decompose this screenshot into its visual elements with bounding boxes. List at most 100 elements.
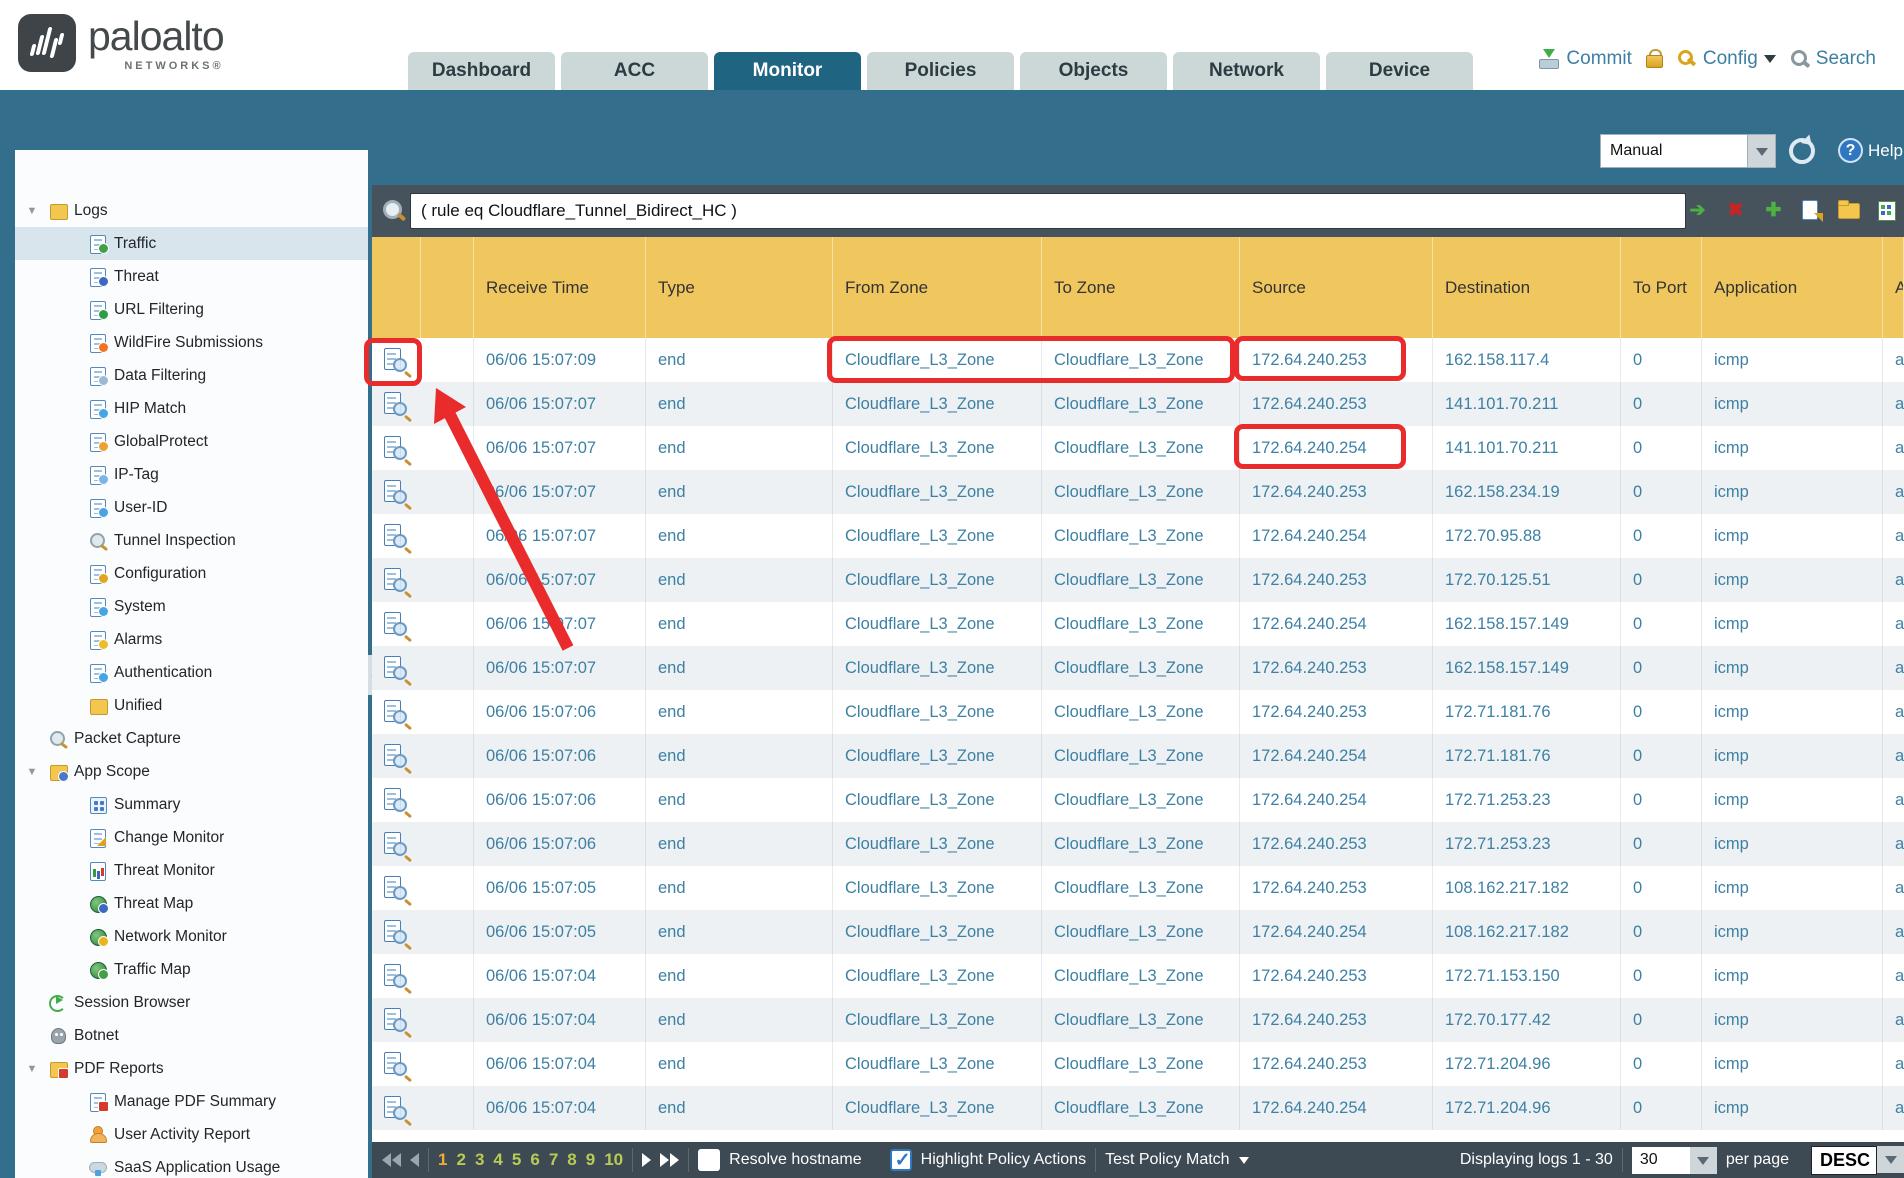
application-cell[interactable]: icmp [1702, 1042, 1883, 1086]
page-number[interactable]: 8 [567, 1150, 576, 1170]
receive-time-cell[interactable]: 06/06 15:07:05 [474, 910, 646, 954]
to-port-cell[interactable]: 0 [1621, 338, 1702, 382]
application-cell[interactable]: icmp [1702, 954, 1883, 998]
source-cell[interactable]: 172.64.240.254 [1240, 426, 1433, 470]
type-cell[interactable]: end [646, 338, 833, 382]
help-button[interactable]: ? Help [1838, 138, 1903, 163]
type-cell[interactable]: end [646, 690, 833, 734]
from-zone-cell[interactable]: Cloudflare_L3_Zone [833, 690, 1042, 734]
lock-icon[interactable] [1646, 49, 1663, 69]
receive-time-cell[interactable]: 06/06 15:07:09 [474, 338, 646, 382]
refresh-mode-dropdown-button[interactable] [1748, 134, 1776, 168]
to-zone-cell[interactable]: Cloudflare_L3_Zone [1042, 1086, 1240, 1130]
to-zone-cell[interactable]: Cloudflare_L3_Zone [1042, 954, 1240, 998]
from-zone-cell[interactable]: Cloudflare_L3_Zone [833, 998, 1042, 1042]
from-zone-cell[interactable]: Cloudflare_L3_Zone [833, 778, 1042, 822]
action-cell[interactable]: a [1883, 470, 1904, 514]
to-zone-cell[interactable]: Cloudflare_L3_Zone [1042, 602, 1240, 646]
type-cell[interactable]: end [646, 514, 833, 558]
from-zone-cell[interactable]: Cloudflare_L3_Zone [833, 338, 1042, 382]
sidebar-item[interactable]: Manage PDF Summary [15, 1085, 368, 1118]
to-zone-cell[interactable]: Cloudflare_L3_Zone [1042, 426, 1240, 470]
from-zone-cell[interactable]: Cloudflare_L3_Zone [833, 1086, 1042, 1130]
type-cell[interactable]: end [646, 382, 833, 426]
to-port-cell[interactable]: 0 [1621, 778, 1702, 822]
sidebar-item[interactable]: Summary [15, 788, 368, 821]
action-cell[interactable]: a [1883, 866, 1904, 910]
log-detail-icon[interactable] [384, 700, 405, 724]
from-zone-cell[interactable]: Cloudflare_L3_Zone [833, 470, 1042, 514]
source-cell[interactable]: 172.64.240.253 [1240, 646, 1433, 690]
type-cell[interactable]: end [646, 602, 833, 646]
receive-time-cell[interactable]: 06/06 15:07:07 [474, 602, 646, 646]
action-cell[interactable]: a [1883, 1042, 1904, 1086]
apply-filter-icon[interactable]: ➔ [1685, 198, 1710, 223]
receive-time-cell[interactable]: 06/06 15:07:05 [474, 866, 646, 910]
application-cell[interactable]: icmp [1702, 910, 1883, 954]
page-number[interactable]: 7 [549, 1150, 558, 1170]
sidebar-item[interactable]: Packet Capture [15, 722, 368, 755]
nav-tab-policies[interactable]: Policies [867, 52, 1014, 90]
source-cell[interactable]: 172.64.240.253 [1240, 822, 1433, 866]
from-zone-cell[interactable]: Cloudflare_L3_Zone [833, 514, 1042, 558]
to-zone-cell[interactable]: Cloudflare_L3_Zone [1042, 646, 1240, 690]
sidebar-item[interactable]: Alarms [15, 623, 368, 656]
sidebar-item[interactable]: Tunnel Inspection [15, 524, 368, 557]
application-cell[interactable]: icmp [1702, 822, 1883, 866]
destination-cell[interactable]: 162.158.234.19 [1433, 470, 1621, 514]
page-number[interactable]: 6 [530, 1150, 539, 1170]
to-port-cell[interactable]: 0 [1621, 734, 1702, 778]
source-cell[interactable]: 172.64.240.253 [1240, 1042, 1433, 1086]
application-cell[interactable]: icmp [1702, 338, 1883, 382]
page-number[interactable]: 5 [512, 1150, 521, 1170]
page-number[interactable]: 4 [493, 1150, 502, 1170]
sidebar-item[interactable]: ▼ Logs [15, 194, 368, 227]
sidebar-item[interactable]: Configuration [15, 557, 368, 590]
from-zone-cell[interactable]: Cloudflare_L3_Zone [833, 602, 1042, 646]
log-detail-icon[interactable] [384, 1096, 405, 1120]
type-cell[interactable]: end [646, 1086, 833, 1130]
to-zone-cell[interactable]: Cloudflare_L3_Zone [1042, 514, 1240, 558]
page-number[interactable]: 2 [456, 1150, 465, 1170]
log-detail-icon[interactable] [384, 1052, 405, 1076]
sidebar-item[interactable]: ▼ App Scope [15, 755, 368, 788]
log-detail-icon[interactable] [384, 348, 405, 372]
column-header[interactable]: Receive Time [474, 237, 646, 338]
type-cell[interactable]: end [646, 558, 833, 602]
sidebar-item[interactable]: ▼ PDF Reports [15, 1052, 368, 1085]
application-cell[interactable]: icmp [1702, 602, 1883, 646]
to-port-cell[interactable]: 0 [1621, 558, 1702, 602]
type-cell[interactable]: end [646, 426, 833, 470]
receive-time-cell[interactable]: 06/06 15:07:07 [474, 426, 646, 470]
destination-cell[interactable]: 172.71.253.23 [1433, 822, 1621, 866]
sidebar-item[interactable]: GlobalProtect [15, 425, 368, 458]
sort-order-dropdown-button[interactable] [1877, 1146, 1904, 1173]
to-zone-cell[interactable]: Cloudflare_L3_Zone [1042, 778, 1240, 822]
log-detail-icon[interactable] [384, 436, 405, 460]
type-cell[interactable]: end [646, 646, 833, 690]
action-cell[interactable]: a [1883, 910, 1904, 954]
action-cell[interactable]: a [1883, 646, 1904, 690]
source-cell[interactable]: 172.64.240.253 [1240, 338, 1433, 382]
to-zone-cell[interactable]: Cloudflare_L3_Zone [1042, 382, 1240, 426]
source-cell[interactable]: 172.64.240.254 [1240, 734, 1433, 778]
from-zone-cell[interactable]: Cloudflare_L3_Zone [833, 382, 1042, 426]
page-number[interactable]: 9 [586, 1150, 595, 1170]
type-cell[interactable]: end [646, 822, 833, 866]
destination-cell[interactable]: 108.162.217.182 [1433, 910, 1621, 954]
log-detail-icon[interactable] [384, 788, 405, 812]
type-cell[interactable]: end [646, 954, 833, 998]
application-cell[interactable]: icmp [1702, 514, 1883, 558]
source-cell[interactable]: 172.64.240.254 [1240, 1086, 1433, 1130]
source-cell[interactable]: 172.64.240.254 [1240, 602, 1433, 646]
action-cell[interactable]: a [1883, 954, 1904, 998]
column-header[interactable]: Type [646, 237, 833, 338]
export-logs-icon[interactable] [1875, 198, 1900, 223]
from-zone-cell[interactable]: Cloudflare_L3_Zone [833, 1042, 1042, 1086]
source-cell[interactable]: 172.64.240.253 [1240, 470, 1433, 514]
tree-expander-icon[interactable]: ▼ [15, 1063, 49, 1075]
sidebar-item[interactable]: Traffic [15, 227, 368, 260]
action-cell[interactable]: a [1883, 602, 1904, 646]
first-page-icon[interactable] [382, 1153, 401, 1167]
receive-time-cell[interactable]: 06/06 15:07:06 [474, 778, 646, 822]
